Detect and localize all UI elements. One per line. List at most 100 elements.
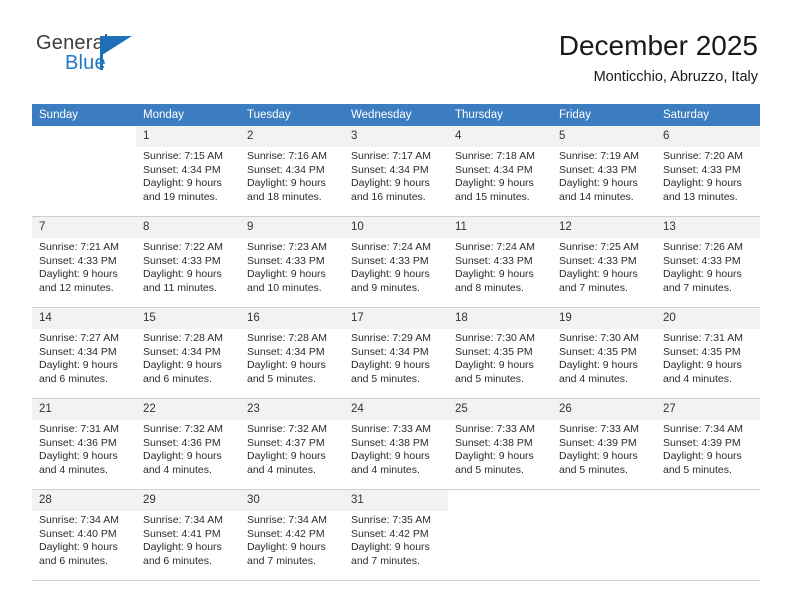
daylight-text-line2: and 4 minutes.: [663, 372, 732, 385]
day-sun-info: Sunrise: 7:26 AM Sunset: 4:33 PM Daylight:…: [656, 238, 760, 295]
day-number: 29: [136, 490, 240, 511]
daylight-text-line2: and 8 minutes.: [455, 281, 524, 294]
sunrise-text: Sunrise: 7:35 AM: [351, 514, 431, 526]
day-number: [656, 490, 760, 511]
generalblue-logo[interactable]: General Blue: [34, 32, 224, 94]
calendar-day-cell[interactable]: 17 Sunrise: 7:29 AM Sunset: 4:34 PM Dayligh…: [344, 307, 448, 399]
calendar-day-cell[interactable]: 22 Sunrise: 7:32 AM Sunset: 4:36 PM Dayligh…: [136, 398, 240, 490]
day-sun-info: Sunrise: 7:29 AM Sunset: 4:34 PM Daylight:…: [344, 329, 448, 386]
calendar-day-cell[interactable]: 25 Sunrise: 7:33 AM Sunset: 4:38 PM Dayligh…: [448, 398, 552, 490]
day-number: 4: [448, 126, 552, 147]
daylight-text-line1: Daylight: 9 hours: [559, 450, 638, 463]
day-sun-info: Sunrise: 7:23 AM Sunset: 4:33 PM Daylight:…: [240, 238, 344, 295]
daylight-text-line1: Daylight: 9 hours: [455, 450, 534, 463]
calendar-day-cell[interactable]: 3 Sunrise: 7:17 AM Sunset: 4:34 PM Daylight…: [344, 126, 448, 217]
daylight-text-line1: Daylight: 9 hours: [143, 450, 222, 463]
sunrise-text: Sunrise: 7:21 AM: [39, 241, 119, 253]
page-subtitle: Monticchio, Abruzzo, Italy: [593, 69, 758, 85]
sunset-text: Sunset: 4:34 PM: [39, 345, 117, 358]
calendar-day-cell[interactable]: 24 Sunrise: 7:33 AM Sunset: 4:38 PM Dayligh…: [344, 398, 448, 490]
daylight-text-line2: and 6 minutes.: [143, 554, 212, 567]
calendar-day-cell[interactable]: 27 Sunrise: 7:34 AM Sunset: 4:39 PM Dayligh…: [656, 398, 760, 490]
sunset-text: Sunset: 4:39 PM: [663, 436, 741, 449]
daylight-text-line1: Daylight: 9 hours: [559, 359, 638, 372]
calendar-day-cell[interactable]: 13 Sunrise: 7:26 AM Sunset: 4:33 PM Dayligh…: [656, 216, 760, 308]
daylight-text-line2: and 12 minutes.: [39, 281, 114, 294]
daylight-text-line1: Daylight: 9 hours: [663, 268, 742, 281]
day-number: 30: [240, 490, 344, 511]
weekday-header-monday: Monday: [136, 104, 240, 126]
daylight-text-line2: and 5 minutes.: [351, 372, 420, 385]
daylight-text-line2: and 5 minutes.: [559, 463, 628, 476]
calendar-day-cell[interactable]: 23 Sunrise: 7:32 AM Sunset: 4:37 PM Dayligh…: [240, 398, 344, 490]
calendar-day-cell[interactable]: 16 Sunrise: 7:28 AM Sunset: 4:34 PM Dayligh…: [240, 307, 344, 399]
calendar-day-cell[interactable]: 20 Sunrise: 7:31 AM Sunset: 4:35 PM Dayligh…: [656, 307, 760, 399]
sunset-text: Sunset: 4:34 PM: [143, 345, 221, 358]
calendar-day-cell[interactable]: 10 Sunrise: 7:24 AM Sunset: 4:33 PM Dayligh…: [344, 216, 448, 308]
day-sun-info: Sunrise: 7:35 AM Sunset: 4:42 PM Daylight:…: [344, 511, 448, 568]
day-sun-info: Sunrise: 7:25 AM Sunset: 4:33 PM Daylight:…: [552, 238, 656, 295]
calendar-day-cell[interactable]: 4 Sunrise: 7:18 AM Sunset: 4:34 PM Daylight…: [448, 126, 552, 217]
calendar-day-cell[interactable]: 6 Sunrise: 7:20 AM Sunset: 4:33 PM Daylight…: [656, 126, 760, 217]
calendar-day-cell[interactable]: 11 Sunrise: 7:24 AM Sunset: 4:33 PM Dayligh…: [448, 216, 552, 308]
daylight-text-line1: Daylight: 9 hours: [247, 268, 326, 281]
page-title: December 2025: [558, 30, 758, 61]
daylight-text-line1: Daylight: 9 hours: [559, 177, 638, 190]
calendar-day-cell[interactable]: 26 Sunrise: 7:33 AM Sunset: 4:39 PM Dayligh…: [552, 398, 656, 490]
sunset-text: Sunset: 4:41 PM: [143, 527, 221, 540]
calendar-day-cell[interactable]: 7 Sunrise: 7:21 AM Sunset: 4:33 PM Daylight…: [32, 216, 136, 308]
calendar-day-cell[interactable]: 2 Sunrise: 7:16 AM Sunset: 4:34 PM Daylight…: [240, 126, 344, 217]
daylight-text-line2: and 18 minutes.: [247, 190, 322, 203]
daylight-text-line1: Daylight: 9 hours: [39, 268, 118, 281]
day-number: 9: [240, 217, 344, 238]
daylight-text-line2: and 6 minutes.: [143, 372, 212, 385]
calendar-day-cell[interactable]: 18 Sunrise: 7:30 AM Sunset: 4:35 PM Dayligh…: [448, 307, 552, 399]
day-number: 11: [448, 217, 552, 238]
day-sun-info: Sunrise: 7:24 AM Sunset: 4:33 PM Daylight:…: [344, 238, 448, 295]
sunrise-text: Sunrise: 7:18 AM: [455, 150, 535, 162]
day-number: 5: [552, 126, 656, 147]
daylight-text-line2: and 11 minutes.: [143, 281, 217, 294]
daylight-text-line2: and 4 minutes.: [559, 372, 628, 385]
sunset-text: Sunset: 4:34 PM: [351, 345, 429, 358]
calendar-day-cell[interactable]: 1 Sunrise: 7:15 AM Sunset: 4:34 PM Daylight…: [136, 126, 240, 217]
calendar-day-cell[interactable]: 14 Sunrise: 7:27 AM Sunset: 4:34 PM Dayligh…: [32, 307, 136, 399]
day-number: [32, 126, 136, 147]
daylight-text-line2: and 9 minutes.: [351, 281, 420, 294]
calendar-day-cell[interactable]: 29 Sunrise: 7:34 AM Sunset: 4:41 PM Dayligh…: [136, 489, 240, 581]
calendar-day-cell[interactable]: 15 Sunrise: 7:28 AM Sunset: 4:34 PM Dayligh…: [136, 307, 240, 399]
daylight-text-line1: Daylight: 9 hours: [351, 450, 430, 463]
calendar-day-cell[interactable]: 28 Sunrise: 7:34 AM Sunset: 4:40 PM Dayligh…: [32, 489, 136, 581]
daylight-text-line1: Daylight: 9 hours: [143, 177, 222, 190]
calendar-day-cell[interactable]: 5 Sunrise: 7:19 AM Sunset: 4:33 PM Daylight…: [552, 126, 656, 217]
sunrise-text: Sunrise: 7:28 AM: [247, 332, 327, 344]
day-sun-info: Sunrise: 7:19 AM Sunset: 4:33 PM Daylight:…: [552, 147, 656, 204]
sunset-text: Sunset: 4:34 PM: [455, 163, 533, 176]
calendar-day-cell[interactable]: 12 Sunrise: 7:25 AM Sunset: 4:33 PM Dayligh…: [552, 216, 656, 308]
daylight-text-line2: and 5 minutes.: [247, 372, 316, 385]
day-sun-info: Sunrise: 7:34 AM Sunset: 4:39 PM Daylight:…: [656, 420, 760, 477]
day-number: 10: [344, 217, 448, 238]
daylight-text-line1: Daylight: 9 hours: [559, 268, 638, 281]
daylight-text-line2: and 10 minutes.: [247, 281, 322, 294]
brand-name-blue: Blue: [65, 52, 106, 74]
daylight-text-line2: and 7 minutes.: [247, 554, 316, 567]
daylight-text-line2: and 7 minutes.: [559, 281, 628, 294]
sunset-text: Sunset: 4:42 PM: [351, 527, 429, 540]
daylight-text-line1: Daylight: 9 hours: [247, 359, 326, 372]
sunset-text: Sunset: 4:34 PM: [351, 163, 429, 176]
page-header: General Blue December 2025 Monticchio, A…: [34, 28, 758, 98]
sunset-text: Sunset: 4:33 PM: [247, 254, 325, 267]
calendar-day-cell[interactable]: 31 Sunrise: 7:35 AM Sunset: 4:42 PM Dayligh…: [344, 489, 448, 581]
day-sun-info: Sunrise: 7:31 AM Sunset: 4:35 PM Daylight:…: [656, 329, 760, 386]
calendar-day-cell[interactable]: 8 Sunrise: 7:22 AM Sunset: 4:33 PM Daylight…: [136, 216, 240, 308]
day-sun-info: Sunrise: 7:33 AM Sunset: 4:38 PM Daylight:…: [344, 420, 448, 477]
calendar-day-cell[interactable]: 19 Sunrise: 7:30 AM Sunset: 4:35 PM Dayligh…: [552, 307, 656, 399]
calendar-day-cell[interactable]: 30 Sunrise: 7:34 AM Sunset: 4:42 PM Dayligh…: [240, 489, 344, 581]
calendar-body: 1 Sunrise: 7:15 AM Sunset: 4:34 PM Daylight…: [32, 126, 760, 581]
day-number: 14: [32, 308, 136, 329]
calendar-day-cell[interactable]: 21 Sunrise: 7:31 AM Sunset: 4:36 PM Dayligh…: [32, 398, 136, 490]
day-number: 12: [552, 217, 656, 238]
calendar-day-cell[interactable]: 9 Sunrise: 7:23 AM Sunset: 4:33 PM Daylight…: [240, 216, 344, 308]
day-number: 26: [552, 399, 656, 420]
